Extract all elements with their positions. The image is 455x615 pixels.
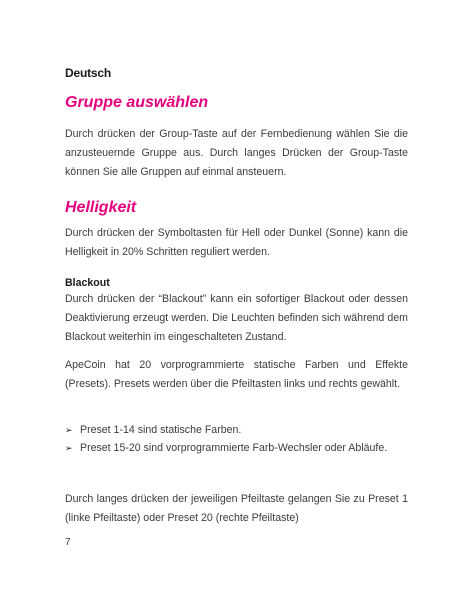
- preset-list: ➢ Preset 1-14 sind statische Farben. ➢ P…: [65, 421, 408, 457]
- paragraph-group-select: Durch drücken der Group-Taste auf der Fe…: [65, 128, 408, 178]
- page-number: 7: [65, 537, 71, 548]
- paragraph-brightness: Durch drücken der Symboltasten für Hell …: [65, 227, 408, 258]
- heading-brightness: Helligkeit: [65, 199, 137, 216]
- list-item-text: Preset 15-20 sind vorprogrammierte Farb-…: [80, 442, 388, 454]
- heading-group-select: Gruppe auswählen: [65, 94, 209, 111]
- language-label: Deutsch: [65, 66, 111, 80]
- arrow-bullet-icon: ➢: [65, 425, 73, 435]
- paragraph-blackout: Durch drücken der “Blackout” kann ein so…: [65, 293, 408, 343]
- paragraph-long-press: Durch langes drücken der jeweiligen Pfei…: [65, 493, 408, 524]
- list-item-text: Preset 1-14 sind statische Farben.: [80, 424, 242, 436]
- subheading-blackout: Blackout: [65, 277, 110, 289]
- list-item: ➢ Preset 15-20 sind vorprogrammierte Far…: [65, 439, 408, 457]
- paragraph-presets: ApeCoin hat 20 vorprogrammierte statisch…: [65, 359, 408, 390]
- list-item: ➢ Preset 1-14 sind statische Farben.: [65, 421, 408, 439]
- arrow-bullet-icon: ➢: [65, 443, 73, 453]
